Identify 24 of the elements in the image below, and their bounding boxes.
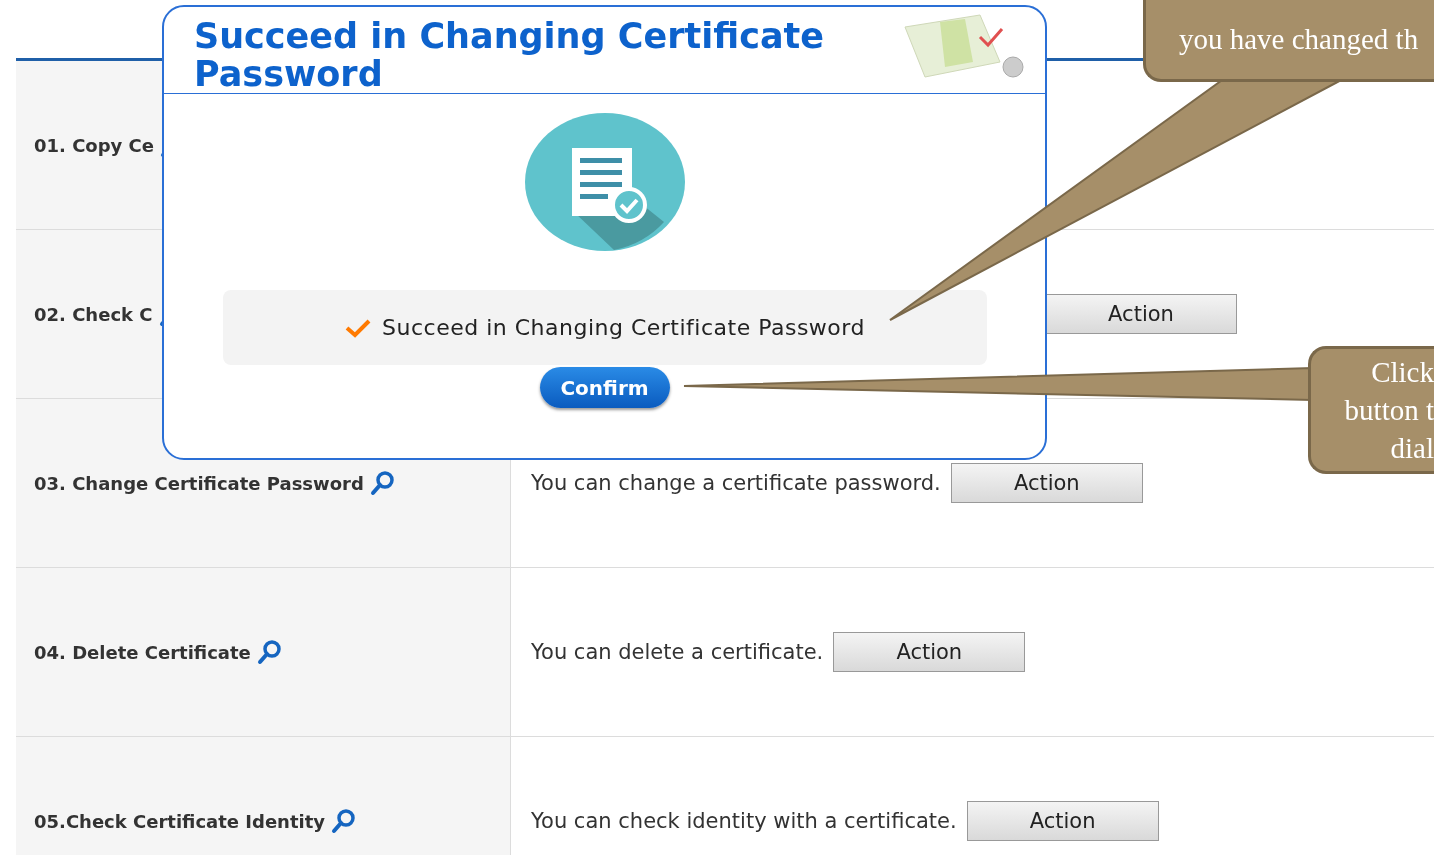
row-title: 01. Copy Ce bbox=[34, 134, 155, 156]
row-title: 03. Change Certificate Password bbox=[34, 472, 364, 494]
callout-text: dial bbox=[1390, 431, 1434, 466]
action-button[interactable]: Action bbox=[1045, 294, 1237, 334]
callout-text: you have changed th bbox=[1179, 22, 1419, 57]
row-title: 02. Check C bbox=[34, 303, 153, 325]
row-description: You can delete a certificate. bbox=[531, 640, 824, 664]
callout-text: button t bbox=[1344, 393, 1434, 428]
row-description: You can check identity with a certificate. bbox=[531, 809, 957, 833]
search-icon[interactable] bbox=[331, 808, 358, 834]
action-button[interactable]: Action bbox=[833, 632, 1026, 672]
row-title: 05.Check Certificate Identity bbox=[34, 810, 326, 832]
action-button[interactable]: Action bbox=[950, 463, 1143, 503]
success-message: Succeed in Changing Certificate Password bbox=[382, 315, 865, 340]
row-description: You can change a certificate password. bbox=[531, 471, 941, 495]
search-icon[interactable] bbox=[256, 639, 283, 665]
search-icon[interactable] bbox=[369, 470, 396, 496]
callout-text: Click bbox=[1371, 355, 1434, 390]
row-title: 04. Delete Certificate bbox=[34, 641, 251, 663]
check-icon bbox=[344, 317, 373, 338]
action-button[interactable]: Action bbox=[966, 801, 1159, 841]
document-check-icon bbox=[523, 112, 686, 252]
dialog-title: Succeed in Changing Certificate Password bbox=[194, 17, 825, 93]
confirm-button[interactable]: Confirm bbox=[539, 367, 670, 408]
